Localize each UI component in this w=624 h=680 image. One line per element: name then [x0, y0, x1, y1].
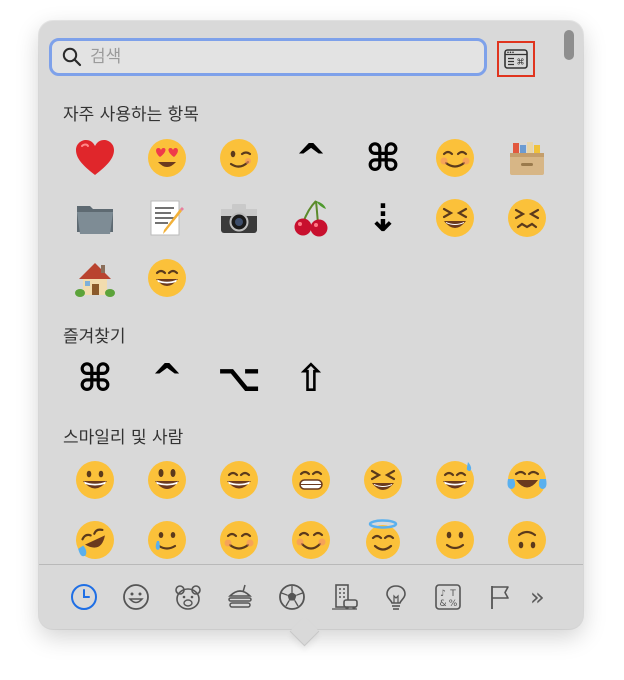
smiley-icon[interactable] — [110, 571, 162, 623]
control-key-symbol-icon[interactable]: ^ — [131, 348, 203, 408]
grinning-face-icon[interactable] — [59, 450, 131, 510]
food-drink-icon[interactable] — [214, 571, 266, 623]
emoji-row: ^ ⌘ — [59, 128, 563, 188]
category-toolbar: ♪ T &% » — [39, 564, 583, 629]
svg-text:♪: ♪ — [440, 589, 446, 599]
camera-icon[interactable] — [203, 188, 275, 248]
emoji-row: ⌘ ^ ⌥ ⇧ — [59, 348, 347, 408]
favorites-grid: ⌘ ^ ⌥ ⇧ — [59, 348, 347, 408]
activity-ball-icon[interactable] — [266, 571, 318, 623]
recent-clock-icon[interactable] — [58, 571, 110, 623]
confounded-face-icon[interactable] — [491, 188, 563, 248]
search-icon — [62, 47, 82, 67]
heart-eyes-face-icon[interactable] — [131, 128, 203, 188]
smiling-face-smiling-eyes-icon[interactable] — [275, 510, 347, 570]
svg-text:%: % — [449, 599, 458, 609]
section-title-favorites: 즐겨찾기 — [63, 327, 126, 347]
smileys-grid — [59, 450, 563, 570]
emoji-row — [59, 510, 563, 570]
rolling-laughing-face-icon[interactable] — [59, 510, 131, 570]
command-key-symbol-icon[interactable]: ⌘ — [59, 348, 131, 408]
tears-of-joy-face-icon[interactable] — [491, 450, 563, 510]
character-viewer-button[interactable]: ⌘ — [497, 41, 535, 77]
beaming-face-icon[interactable] — [275, 450, 347, 510]
cherries-icon[interactable] — [275, 188, 347, 248]
emoji-picker-popover: ⌘ 자주 사용하는 항목 ^ ⌘ — [39, 21, 583, 629]
shift-key-symbol-icon[interactable]: ⇧ — [275, 348, 347, 408]
emoji-row — [59, 450, 563, 510]
card-file-box-icon[interactable] — [491, 128, 563, 188]
file-folder-icon[interactable] — [59, 188, 131, 248]
travel-places-icon[interactable] — [318, 571, 370, 623]
animal-nature-icon[interactable] — [162, 571, 214, 623]
search-input[interactable] — [90, 47, 450, 67]
upside-down-face-icon[interactable] — [491, 510, 563, 570]
flags-icon[interactable] — [474, 571, 526, 623]
holding-back-tears-face-icon[interactable] — [131, 510, 203, 570]
memo-icon[interactable] — [131, 188, 203, 248]
house-with-garden-icon[interactable] — [59, 248, 131, 308]
grinning-face-sweat-icon[interactable] — [419, 450, 491, 510]
squinting-face-icon[interactable] — [419, 188, 491, 248]
svg-text:T: T — [449, 589, 456, 599]
svg-text:⌘: ⌘ — [517, 58, 525, 67]
scrollbar-thumb[interactable] — [564, 30, 574, 60]
beaming-face-icon[interactable] — [131, 248, 203, 308]
grinning-face-big-eyes-icon[interactable] — [131, 450, 203, 510]
squinting-face-icon[interactable] — [347, 450, 419, 510]
halo-face-icon[interactable] — [347, 510, 419, 570]
section-title-frequently-used: 자주 사용하는 항목 — [63, 105, 199, 125]
svg-text:&: & — [439, 599, 446, 609]
emoji-row: ⇣ — [59, 188, 563, 248]
character-viewer-icon: ⌘ — [504, 49, 528, 69]
smiling-face-icon[interactable] — [203, 510, 275, 570]
frequently-used-grid: ^ ⌘ ⇣ — [59, 128, 563, 308]
objects-bulb-icon[interactable] — [370, 571, 422, 623]
slightly-smiling-face-icon[interactable] — [419, 510, 491, 570]
dotted-down-arrow-icon[interactable]: ⇣ — [347, 188, 419, 248]
section-title-smileys: 스마일리 및 사람 — [63, 428, 184, 448]
smiling-face-icon[interactable] — [419, 128, 491, 188]
emoji-row — [59, 248, 563, 308]
winking-face-icon[interactable] — [203, 128, 275, 188]
control-key-symbol-icon[interactable]: ^ — [275, 128, 347, 188]
command-key-symbol-icon[interactable]: ⌘ — [347, 128, 419, 188]
more-categories-button[interactable]: » — [530, 583, 545, 611]
grinning-face-smiling-eyes-icon[interactable] — [203, 450, 275, 510]
red-heart-icon[interactable] — [59, 128, 131, 188]
option-key-symbol-icon[interactable]: ⌥ — [203, 348, 275, 408]
search-field[interactable] — [49, 38, 487, 76]
symbols-icon[interactable]: ♪ T &% — [422, 571, 474, 623]
